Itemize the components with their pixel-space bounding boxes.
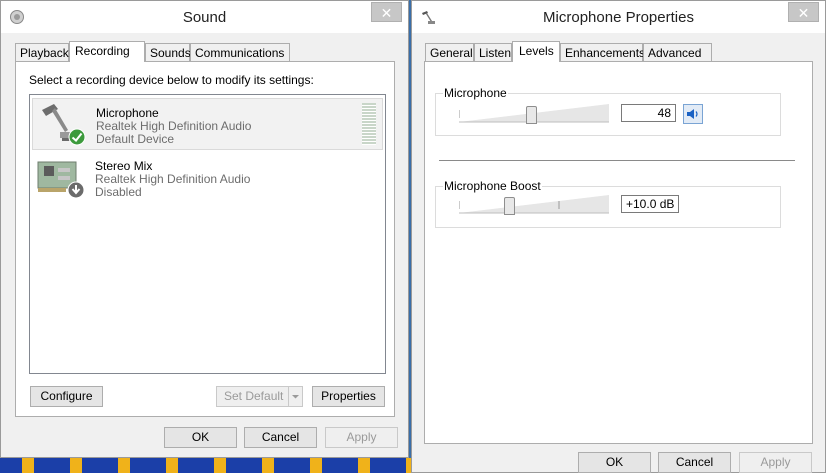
properties-button[interactable]: Properties (312, 386, 385, 407)
microphone-slider-thumb[interactable] (526, 106, 537, 124)
close-button[interactable]: ✕ (371, 2, 402, 22)
device-status: Disabled (95, 185, 142, 199)
microphone-label: Microphone (443, 86, 508, 100)
default-check-icon (68, 128, 86, 146)
mic-title: Microphone Properties (543, 9, 694, 26)
microphone-level-value[interactable]: 48 (621, 104, 676, 122)
speaker-icon (687, 109, 698, 119)
mic-titlebar[interactable]: Microphone Properties ✕ (412, 1, 825, 33)
apply-button[interactable]: Apply (325, 427, 398, 448)
disabled-arrow-icon (67, 181, 85, 199)
set-default-dropdown[interactable] (288, 386, 303, 407)
microphone-group: Microphone 48 (435, 86, 781, 136)
levels-panel: Microphone 48 Microphone Boost +10.0 dB (424, 61, 813, 444)
tab-enhancements[interactable]: Enhancements (560, 43, 645, 61)
ok-button[interactable]: OK (578, 452, 651, 473)
tab-advanced[interactable]: Advanced (643, 43, 712, 61)
configure-button[interactable]: Configure (30, 386, 103, 407)
tab-levels[interactable]: Levels (512, 41, 560, 62)
sound-dialog: Sound ✕ Playback Recording Sounds Commun… (0, 0, 409, 458)
sound-title: Sound (182, 9, 227, 26)
microphone-boost-group: Microphone Boost +10.0 dB (435, 179, 781, 228)
ok-button[interactable]: OK (164, 427, 237, 448)
apply-button[interactable]: Apply (739, 452, 812, 473)
mic-tabs: General Listen Levels Enhancements Advan… (425, 41, 815, 62)
device-status: Default Device (96, 132, 175, 146)
tab-recording[interactable]: Recording (69, 41, 145, 62)
mute-button[interactable] (683, 104, 703, 124)
microphone-properties-dialog: Microphone Properties ✕ General Listen L… (411, 0, 826, 473)
device-list[interactable]: Microphone Realtek High Definition Audio… (29, 94, 386, 374)
instruction-text: Select a recording device below to modif… (29, 73, 314, 87)
list-item-stereo-mix[interactable]: Stereo Mix Realtek High Definition Audio… (32, 152, 383, 204)
microphone-boost-label: Microphone Boost (443, 179, 542, 193)
device-name: Microphone (96, 106, 159, 120)
list-item-microphone[interactable]: Microphone Realtek High Definition Audio… (32, 98, 383, 150)
tab-playback[interactable]: Playback (15, 43, 69, 61)
separator (439, 160, 795, 161)
tab-communications[interactable]: Communications (190, 43, 290, 61)
close-button[interactable]: ✕ (788, 2, 819, 22)
tab-listen[interactable]: Listen (474, 43, 512, 61)
device-name: Stereo Mix (95, 159, 153, 173)
sound-titlebar[interactable]: Sound ✕ (1, 1, 408, 33)
chevron-down-icon (292, 395, 299, 399)
tab-sounds[interactable]: Sounds (145, 43, 191, 61)
microphone-boost-slider[interactable] (459, 195, 609, 215)
device-driver: Realtek High Definition Audio (95, 172, 251, 186)
level-meter (362, 103, 376, 145)
microphone-boost-value[interactable]: +10.0 dB (621, 195, 679, 213)
device-driver: Realtek High Definition Audio (96, 119, 252, 133)
cancel-button[interactable]: Cancel (658, 452, 731, 473)
cancel-button[interactable]: Cancel (244, 427, 317, 448)
set-default-button[interactable]: Set Default (216, 386, 289, 407)
sound-tabs: Playback Recording Sounds Communications (15, 41, 395, 62)
microphone-boost-slider-thumb[interactable] (504, 197, 515, 215)
tab-general[interactable]: General (425, 43, 474, 61)
